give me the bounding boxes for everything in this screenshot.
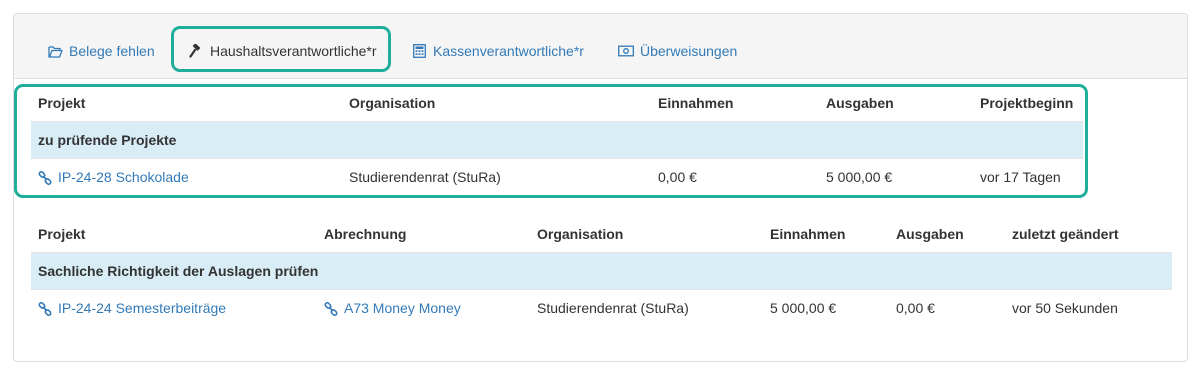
project-label: IP-24-24 Semesterbeiträge (58, 300, 227, 316)
tab-label: Belege fehlen (69, 43, 155, 59)
link-icon (38, 301, 52, 316)
col-einnahmen: Einnahmen (770, 226, 846, 242)
col-organisation: Organisation (537, 226, 624, 242)
tab-ueberweisungen[interactable]: Überweisungen (618, 41, 737, 61)
money-icon (618, 43, 634, 59)
group-label: Sachliche Richtigkeit der Auslagen prüfe… (38, 263, 319, 279)
abrechnung-label: A73 Money Money (344, 300, 461, 316)
tab-belege-fehlen[interactable]: Belege fehlen (47, 41, 155, 61)
abrechnung-link[interactable]: A73 Money Money (324, 290, 461, 327)
zuletzt-geaendert-cell: vor 50 Sekunden (1012, 300, 1118, 316)
group-row: Sachliche Richtigkeit der Auslagen prüfe… (31, 253, 1172, 290)
table-row: IP-24-24 Semesterbeiträge A73 Money Mone… (31, 290, 1172, 327)
tab-label: Überweisungen (640, 43, 738, 59)
project-link[interactable]: IP-24-24 Semesterbeiträge (38, 290, 226, 327)
ausgaben-cell: 0,00 € (896, 300, 935, 316)
folder-open-icon (47, 43, 63, 59)
calculator-icon (411, 43, 427, 59)
link-icon (324, 301, 338, 316)
active-tab-highlight (171, 26, 391, 72)
table-highlight (14, 84, 1088, 198)
col-ausgaben: Ausgaben (896, 226, 964, 242)
col-abrechnung: Abrechnung (324, 226, 407, 242)
col-zuletzt-geaendert: zuletzt geändert (1012, 226, 1119, 242)
organisation-cell: Studierendenrat (StuRa) (537, 300, 689, 316)
tab-label: Kassenverantwortliche*r (433, 43, 584, 59)
tab-kassenverantwortliche[interactable]: Kassenverantwortliche*r (411, 41, 584, 61)
col-projekt: Projekt (38, 226, 86, 242)
table-sachliche-richtigkeit: Projekt Abrechnung Organisation Einnahme… (31, 216, 1172, 327)
table-header: Projekt Abrechnung Organisation Einnahme… (31, 216, 1172, 253)
einnahmen-cell: 5 000,00 € (770, 300, 837, 316)
